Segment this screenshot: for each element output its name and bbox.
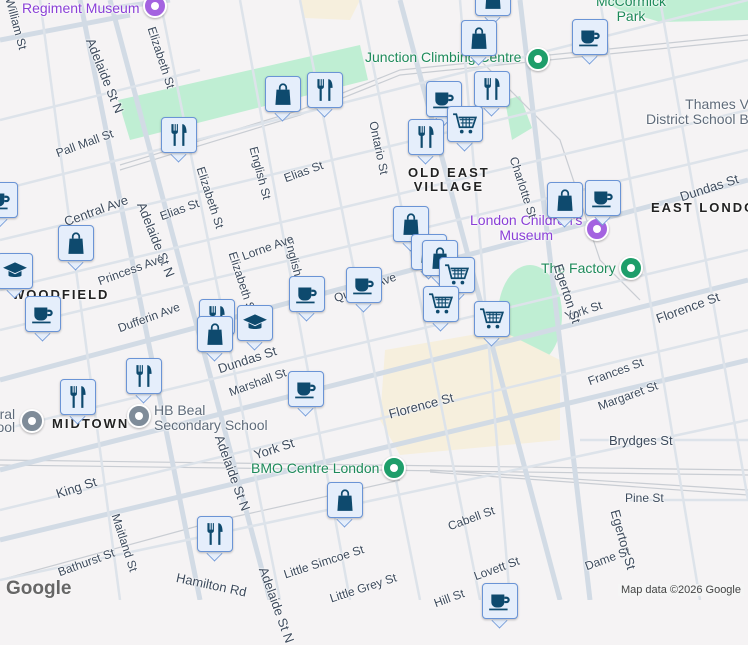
cafe-marker[interactable] xyxy=(289,276,325,322)
cart-icon xyxy=(423,286,459,322)
poi-label-thames[interactable]: Thames Valley District School Board xyxy=(646,97,748,127)
shop-icon xyxy=(265,76,301,112)
cart-icon xyxy=(447,106,483,142)
food-icon xyxy=(307,72,343,108)
commercial-area xyxy=(300,0,360,20)
cafe-icon xyxy=(25,296,61,332)
cafe-icon xyxy=(572,19,608,55)
school-marker[interactable] xyxy=(0,253,33,299)
food-icon xyxy=(197,516,233,552)
google-logo[interactable]: Google xyxy=(6,578,71,600)
cafe-icon xyxy=(482,583,518,619)
food-marker[interactable] xyxy=(161,117,197,163)
street-label: Pine St xyxy=(625,491,664,505)
food-marker[interactable] xyxy=(408,119,444,165)
school-marker[interactable] xyxy=(237,305,273,351)
cafe-marker[interactable] xyxy=(25,296,61,342)
cafe-icon xyxy=(288,371,324,407)
poi-label-bmo[interactable]: BMO Centre London xyxy=(251,460,379,476)
cafe-icon xyxy=(346,267,382,303)
cafe-marker[interactable] xyxy=(0,182,18,228)
shop-marker[interactable] xyxy=(327,482,363,528)
school-pin-icon[interactable] xyxy=(20,409,44,433)
poi-label-hb-beal[interactable]: HB Beal Secondary School xyxy=(154,403,268,433)
cart-marker[interactable] xyxy=(447,106,483,152)
shop-marker[interactable] xyxy=(58,225,94,271)
cafe-marker[interactable] xyxy=(346,267,382,313)
shop-icon xyxy=(547,182,583,218)
street-label: Brydges St xyxy=(609,433,673,448)
shop-icon xyxy=(197,316,233,352)
shop-icon xyxy=(461,20,497,56)
cart-icon xyxy=(474,301,510,337)
food-icon xyxy=(474,71,510,107)
area-east-london: EAST LONDON xyxy=(651,200,748,215)
shop-marker[interactable] xyxy=(265,76,301,122)
food-marker[interactable] xyxy=(60,379,96,425)
cafe-marker[interactable] xyxy=(572,19,608,65)
food-marker[interactable] xyxy=(197,516,233,562)
poi-label-central-school[interactable]: Central School xyxy=(0,407,15,434)
school-icon xyxy=(0,253,33,289)
food-icon xyxy=(161,117,197,153)
food-icon xyxy=(60,379,96,415)
cafe-marker[interactable] xyxy=(482,583,518,629)
pin-icon[interactable] xyxy=(526,47,550,71)
map-attribution[interactable]: Map data ©2026 Google xyxy=(617,584,744,596)
shop-marker[interactable] xyxy=(197,316,233,362)
school-icon xyxy=(237,305,273,341)
poi-label-regiment-museum[interactable]: Regiment Museum xyxy=(22,0,140,16)
poi-label-junction[interactable]: Junction Climbing Centre xyxy=(365,49,521,65)
food-icon xyxy=(408,119,444,155)
shop-icon xyxy=(327,482,363,518)
cafe-icon xyxy=(289,276,325,312)
shop-marker[interactable] xyxy=(547,182,583,228)
cafe-marker[interactable] xyxy=(288,371,324,417)
food-marker[interactable] xyxy=(307,72,343,118)
cart-marker[interactable] xyxy=(474,301,510,347)
school-pin-icon[interactable] xyxy=(127,404,151,428)
food-marker[interactable] xyxy=(126,358,162,404)
food-icon xyxy=(126,358,162,394)
cart-marker[interactable] xyxy=(423,286,459,332)
pin-icon[interactable] xyxy=(619,256,643,280)
cafe-marker[interactable] xyxy=(585,180,621,226)
cafe-icon xyxy=(0,182,18,218)
area-old-east-village: OLD EAST VILLAGE xyxy=(408,165,490,194)
shop-icon xyxy=(58,225,94,261)
shop-marker[interactable] xyxy=(461,20,497,66)
cafe-icon xyxy=(585,180,621,216)
shop-icon xyxy=(475,0,511,16)
pin-icon[interactable] xyxy=(382,456,406,480)
